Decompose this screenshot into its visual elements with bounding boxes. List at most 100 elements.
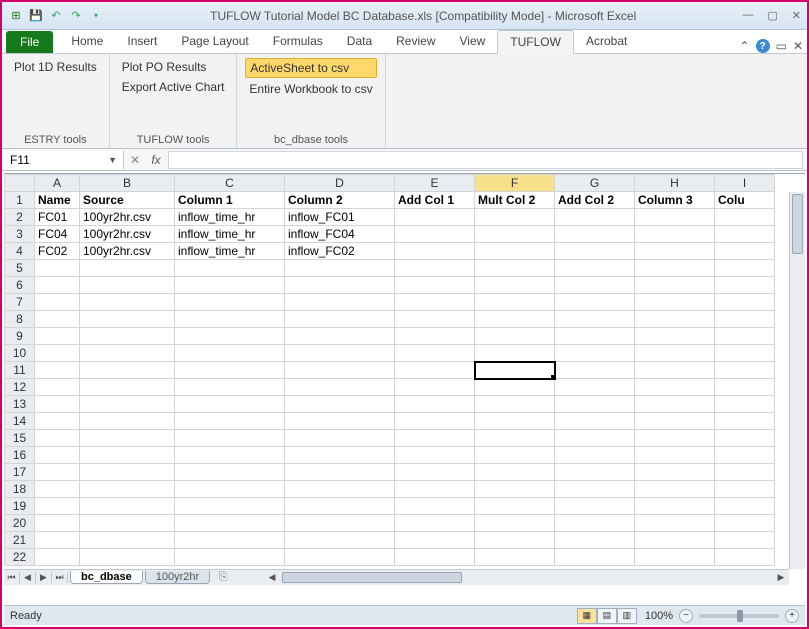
cell[interactable] [555,515,635,532]
cell[interactable] [395,447,475,464]
cell[interactable] [80,362,175,379]
ribbon-command[interactable]: Entire Workbook to csv [245,80,376,98]
cell[interactable] [35,498,80,515]
cell[interactable] [475,549,555,566]
cell[interactable] [395,413,475,430]
cell[interactable] [555,328,635,345]
horizontal-scroll-thumb[interactable] [282,572,462,583]
cell[interactable] [35,532,80,549]
window-restore-icon[interactable]: ▭ [776,39,787,53]
cell[interactable] [555,396,635,413]
column-header[interactable]: E [395,175,475,192]
cell[interactable] [80,311,175,328]
cell[interactable] [635,294,715,311]
ribbon-tab-formulas[interactable]: Formulas [261,30,335,53]
ribbon-command[interactable]: Export Active Chart [118,78,229,96]
cell[interactable] [715,396,775,413]
cell[interactable] [555,447,635,464]
cell[interactable] [80,532,175,549]
cell[interactable] [555,549,635,566]
cell[interactable] [175,260,285,277]
cell[interactable] [175,464,285,481]
column-header[interactable]: C [175,175,285,192]
qat-dropdown-icon[interactable]: ▾ [88,8,104,24]
formula-cancel-icon[interactable]: ✕ [126,153,144,167]
cell[interactable] [175,549,285,566]
cell[interactable] [635,379,715,396]
cell[interactable] [285,413,395,430]
cell[interactable] [475,345,555,362]
cell[interactable] [715,430,775,447]
ribbon-tab-tuflow[interactable]: TUFLOW [497,30,574,54]
row-header[interactable]: 20 [5,515,35,532]
row-header[interactable]: 12 [5,379,35,396]
cell[interactable] [555,379,635,396]
row-header[interactable]: 18 [5,481,35,498]
cell[interactable] [80,515,175,532]
cell[interactable] [35,515,80,532]
cell[interactable] [35,260,80,277]
column-header[interactable]: H [635,175,715,192]
cell[interactable] [285,311,395,328]
cell[interactable] [175,277,285,294]
cell[interactable] [285,345,395,362]
cell[interactable] [175,481,285,498]
view-page-break-icon[interactable]: ▥ [617,608,637,624]
cell[interactable] [285,447,395,464]
name-box[interactable]: F11 ▼ [4,151,124,169]
cell[interactable] [395,532,475,549]
cell[interactable] [395,549,475,566]
cell[interactable] [285,260,395,277]
cell[interactable] [175,396,285,413]
cell[interactable] [395,226,475,243]
cell[interactable] [635,396,715,413]
cell[interactable] [395,294,475,311]
row-header[interactable]: 5 [5,260,35,277]
cell[interactable] [715,362,775,379]
column-header[interactable]: A [35,175,80,192]
cell[interactable] [80,328,175,345]
cell[interactable] [395,311,475,328]
cell[interactable] [475,243,555,260]
vertical-scroll-thumb[interactable] [792,194,803,254]
cell[interactable] [285,549,395,566]
cell[interactable] [80,277,175,294]
cell[interactable] [35,311,80,328]
cell[interactable] [35,345,80,362]
cell[interactable] [715,260,775,277]
zoom-slider[interactable] [699,614,779,618]
column-header[interactable]: D [285,175,395,192]
cell[interactable] [80,481,175,498]
cell[interactable]: Mult Col 2 [475,192,555,209]
row-header[interactable]: 7 [5,294,35,311]
cell[interactable] [635,260,715,277]
cell[interactable]: Column 2 [285,192,395,209]
cell[interactable]: Add Col 2 [555,192,635,209]
cell[interactable] [475,481,555,498]
cell[interactable] [175,294,285,311]
zoom-in-button[interactable]: + [785,609,799,623]
cell[interactable] [80,430,175,447]
cell[interactable] [80,413,175,430]
cell[interactable] [475,260,555,277]
cell[interactable] [635,226,715,243]
ribbon-command[interactable]: ActiveSheet to csv [245,58,376,78]
row-header[interactable]: 6 [5,277,35,294]
cell[interactable] [285,396,395,413]
column-header[interactable]: I [715,175,775,192]
cell[interactable] [175,532,285,549]
cell[interactable] [35,294,80,311]
cell[interactable]: FC04 [35,226,80,243]
cell[interactable]: inflow_time_hr [175,243,285,260]
row-header[interactable]: 9 [5,328,35,345]
cell[interactable] [175,379,285,396]
cell[interactable] [635,243,715,260]
cell[interactable]: Source [80,192,175,209]
minimize-button[interactable]: ― [742,9,753,22]
cell[interactable]: 100yr2hr.csv [80,209,175,226]
cell[interactable] [475,379,555,396]
new-sheet-icon[interactable]: ⎘ [214,571,232,584]
ribbon-tab-acrobat[interactable]: Acrobat [574,30,639,53]
zoom-out-button[interactable]: − [679,609,693,623]
cell[interactable]: inflow_FC02 [285,243,395,260]
